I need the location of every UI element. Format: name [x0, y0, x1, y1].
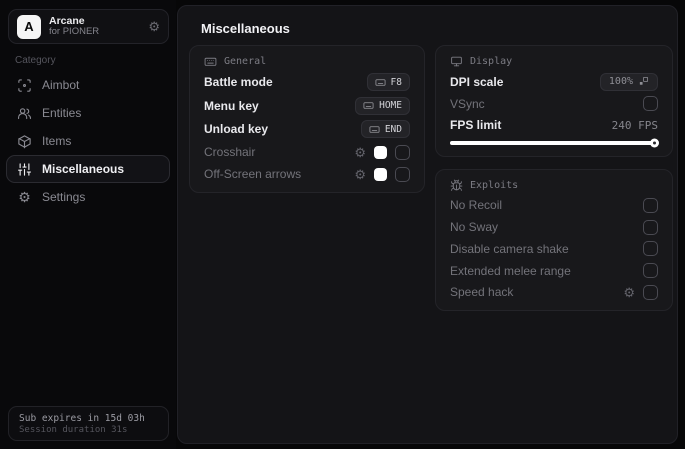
speed-hack-row: Speed hack ⚙: [450, 284, 658, 301]
unload-key-row: Unload key END: [204, 120, 410, 139]
session-duration-text: Session duration 31s: [19, 424, 128, 435]
fps-limit-slider[interactable]: [450, 138, 659, 147]
gear-icon: ⚙: [18, 189, 31, 205]
disable-camera-shake-label: Disable camera shake: [450, 241, 569, 256]
speed-hack-checkbox[interactable]: [643, 284, 658, 300]
category-label: Category: [15, 55, 56, 66]
speed-hack-gear-icon[interactable]: ⚙: [623, 286, 635, 299]
exploits-card-header: Exploits: [450, 179, 658, 192]
sidebar-item-miscellaneous[interactable]: Miscellaneous: [6, 155, 170, 183]
extended-melee-range-label: Extended melee range: [450, 263, 571, 278]
slider-track: [450, 140, 658, 145]
exploits-header-label: Exploits: [470, 180, 519, 191]
sub-expiry-text: Sub expires in 15d 03h: [19, 412, 145, 424]
crosshair-color-swatch[interactable]: [374, 145, 387, 159]
fps-limit-label: FPS limit: [450, 118, 502, 132]
vsync-label: VSync: [450, 96, 485, 111]
keyboard-icon: [375, 79, 386, 86]
page-title: Miscellaneous: [201, 21, 290, 36]
sidebar-item-label: Entities: [42, 106, 82, 120]
crosshair-row: Crosshair ⚙: [204, 144, 410, 161]
sliders-icon: [17, 162, 32, 177]
display-card-header: Display: [450, 55, 658, 68]
fps-limit-value: 240 FPS: [611, 118, 658, 132]
scale-icon: [639, 76, 649, 85]
extended-melee-range-checkbox[interactable]: [643, 263, 658, 279]
keybind-value: HOME: [379, 100, 402, 112]
menu-key-label: Menu key: [204, 98, 259, 113]
general-card-header: General: [204, 55, 410, 68]
sidebar-nav: Aimbot Entities Items Miscellaneous ⚙ Se…: [6, 71, 170, 211]
battle-mode-row: Battle mode F8: [204, 73, 410, 92]
keybind-value: F8: [390, 76, 402, 88]
no-recoil-label: No Recoil: [450, 198, 503, 213]
app-meta: Arcane for PIONER: [49, 15, 99, 38]
speed-hack-label: Speed hack: [450, 285, 514, 300]
box-package-icon: [17, 134, 32, 149]
subscription-card: Sub expires in 15d 03h Session duration …: [8, 406, 169, 441]
no-sway-label: No Sway: [450, 220, 499, 235]
app-header-card: A Arcane for PIONER ⚙: [8, 9, 169, 44]
offscreen-arrows-gear-icon[interactable]: ⚙: [354, 168, 366, 181]
bug-icon: [450, 179, 463, 191]
monitor-icon: [451, 56, 462, 67]
dpi-scale-label: DPI scale: [450, 74, 504, 89]
entities-users-icon: [17, 106, 32, 121]
disable-camera-shake-checkbox[interactable]: [643, 241, 658, 257]
crosshair-label: Crosshair: [204, 145, 256, 160]
sidebar-item-settings[interactable]: ⚙ Settings: [6, 183, 170, 211]
vsync-row: VSync: [450, 95, 658, 112]
app-logo: A: [17, 14, 41, 39]
menu-key-row: Menu key HOME: [204, 96, 410, 115]
sidebar-item-label: Settings: [42, 190, 86, 204]
dpi-scale-value: 100%: [608, 76, 633, 87]
slider-knob[interactable]: [650, 138, 659, 147]
menu-key-keybind[interactable]: HOME: [355, 96, 410, 115]
offscreen-arrows-label: Off-Screen arrows: [204, 167, 302, 182]
main-panel: Miscellaneous General Battle mode F8 Men…: [177, 5, 678, 444]
crosshair-gear-icon[interactable]: ⚙: [354, 146, 366, 159]
app-logo-letter: A: [24, 19, 34, 34]
keyboard-icon: [204, 57, 217, 66]
no-sway-row: No Sway: [450, 219, 658, 236]
sidebar-item-label: Miscellaneous: [42, 162, 125, 176]
general-header-label: General: [224, 56, 267, 67]
offscreen-arrows-checkbox[interactable]: [395, 166, 410, 182]
sidebar-item-items[interactable]: Items: [6, 127, 170, 155]
disable-camera-shake-row: Disable camera shake: [450, 240, 658, 257]
general-card: General Battle mode F8 Menu key HOME Unl…: [189, 45, 425, 193]
sidebar-item-label: Aimbot: [42, 78, 80, 92]
no-recoil-checkbox[interactable]: [643, 197, 658, 213]
unload-key-label: Unload key: [204, 122, 269, 137]
offscreen-arrows-color-swatch[interactable]: [374, 167, 387, 181]
dpi-scale-row: DPI scale 100%: [450, 72, 658, 91]
sidebar-item-label: Items: [42, 134, 72, 148]
crosshair-checkbox[interactable]: [395, 144, 410, 160]
keyboard-icon: [363, 102, 374, 109]
sidebar-item-entities[interactable]: Entities: [6, 99, 170, 127]
app-subtitle: for PIONER: [49, 26, 100, 38]
no-recoil-row: No Recoil: [450, 197, 658, 214]
app-settings-gear-icon[interactable]: ⚙: [148, 19, 160, 35]
keybind-value: END: [384, 123, 402, 135]
vsync-checkbox[interactable]: [643, 96, 658, 111]
fps-limit-row: FPS limit 240 FPS: [450, 117, 658, 134]
exploits-card: Exploits No Recoil No Sway Disable camer…: [435, 169, 673, 311]
keyboard-icon: [369, 126, 380, 133]
extended-melee-range-row: Extended melee range: [450, 262, 658, 279]
display-card: Display DPI scale 100% VSync FPS limit 2…: [435, 45, 673, 157]
sidebar: A Arcane for PIONER ⚙ Category Aimbot En…: [0, 0, 176, 449]
battle-mode-label: Battle mode: [204, 75, 273, 90]
scan-crosshair-icon: [17, 78, 32, 93]
no-sway-checkbox[interactable]: [643, 219, 658, 235]
battle-mode-keybind[interactable]: F8: [366, 73, 410, 92]
unload-key-keybind[interactable]: END: [360, 120, 410, 139]
display-header-label: Display: [470, 56, 513, 67]
offscreen-arrows-row: Off-Screen arrows ⚙: [204, 166, 410, 183]
dpi-scale-select[interactable]: 100%: [599, 72, 658, 91]
sidebar-item-aimbot[interactable]: Aimbot: [6, 71, 170, 99]
